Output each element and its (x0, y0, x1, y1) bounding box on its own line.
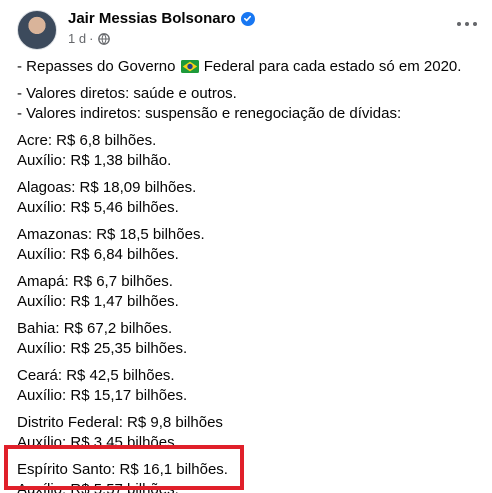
state-aid: Auxílio: R$ 1,47 bilhões. (17, 293, 179, 310)
state-entry: Bahia: R$ 67,2 bilhões. Auxílio: R$ 25,35… (17, 319, 477, 359)
post-author: Jair Messias Bolsonaro (68, 10, 255, 27)
state-aid: Auxílio: R$ 6,84 bilhões. (17, 246, 179, 263)
globe-icon (98, 32, 111, 45)
brazil-flag-emoji (180, 60, 199, 73)
state-total: Alagoas: R$ 18,09 bilhões. (17, 179, 197, 196)
state-total: Distrito Federal: R$ 9,8 bilhões (17, 414, 223, 431)
state-entry: Ceará: R$ 42,5 bilhões. Auxílio: R$ 15,17… (17, 366, 477, 406)
state-entry: Amazonas: R$ 18,5 bilhões. Auxílio: R$ 6,… (17, 225, 477, 265)
post-meta: 1 d · (68, 31, 111, 46)
state-aid: Auxílio: R$ 15,17 bilhões. (17, 387, 188, 404)
intro-line: - Valores indiretos: suspensão e renegoc… (17, 105, 402, 122)
author-name[interactable]: Jair Messias Bolsonaro (68, 10, 236, 27)
state-aid: Auxílio: R$ 25,35 bilhões. (17, 340, 188, 357)
state-entry: Alagoas: R$ 18,09 bilhões. Auxílio: R$ 5,… (17, 178, 477, 218)
state-aid: Auxílio: R$ 5,46 bilhões. (17, 199, 179, 216)
intro-line: - Repasses do Governo Federal para cada … (17, 58, 462, 75)
state-total: Amazonas: R$ 18,5 bilhões. (17, 226, 205, 243)
state-total: Acre: R$ 6,8 bilhões. (17, 132, 157, 149)
state-total: Ceará: R$ 42,5 bilhões. (17, 367, 175, 384)
avatar[interactable] (17, 10, 57, 50)
more-options-icon[interactable] (453, 16, 481, 32)
post-time[interactable]: 1 d (68, 31, 86, 46)
post-text: - Repasses do Governo Federal para cada … (17, 57, 477, 493)
state-entry: Amapá: R$ 6,7 bilhões. Auxílio: R$ 1,47 b… (17, 272, 477, 312)
state-total: Amapá: R$ 6,7 bilhões. (17, 273, 173, 290)
post-card: Jair Messias Bolsonaro 1 d · - Repasses … (0, 0, 492, 493)
state-list: Acre: R$ 6,8 bilhões. Auxílio: R$ 1,38 bi… (17, 131, 477, 493)
highlight-box (4, 445, 244, 490)
state-entry: Acre: R$ 6,8 bilhões. Auxílio: R$ 1,38 bi… (17, 131, 477, 171)
state-aid: Auxílio: R$ 1,38 bilhão. (17, 152, 172, 169)
meta-separator: · (89, 31, 94, 46)
intro-line: - Valores diretos: saúde e outros. (17, 85, 237, 102)
state-total: Bahia: R$ 67,2 bilhões. (17, 320, 173, 337)
verified-badge-icon (240, 11, 255, 26)
